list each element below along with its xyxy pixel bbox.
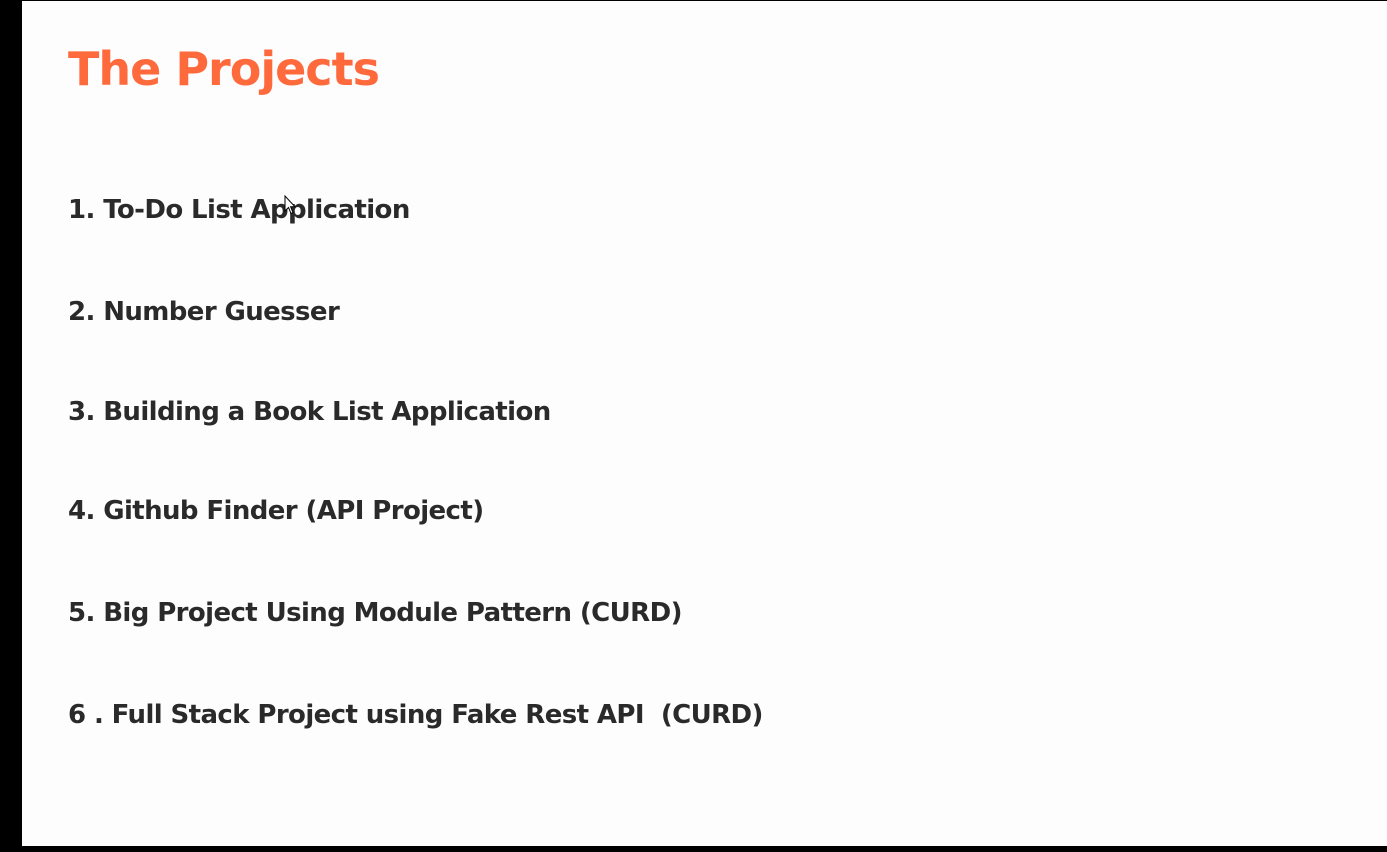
slide: The Projects 1. To-Do List Application 2…	[22, 1, 1387, 846]
mouse-pointer-icon	[284, 195, 296, 215]
project-item-number-guesser: 2. Number Guesser	[68, 297, 340, 327]
project-item-book-list: 3. Building a Book List Application	[68, 397, 551, 427]
slide-title: The Projects	[68, 42, 380, 96]
project-item-full-stack: 6 . Full Stack Project using Fake Rest A…	[68, 700, 763, 730]
project-item-module-pattern: 5. Big Project Using Module Pattern (CUR…	[68, 598, 682, 628]
project-item-todo-list: 1. To-Do List Application	[68, 195, 410, 225]
presentation-window: The Projects 1. To-Do List Application 2…	[0, 0, 1387, 852]
project-item-github-finder: 4. Github Finder (API Project)	[68, 496, 484, 526]
